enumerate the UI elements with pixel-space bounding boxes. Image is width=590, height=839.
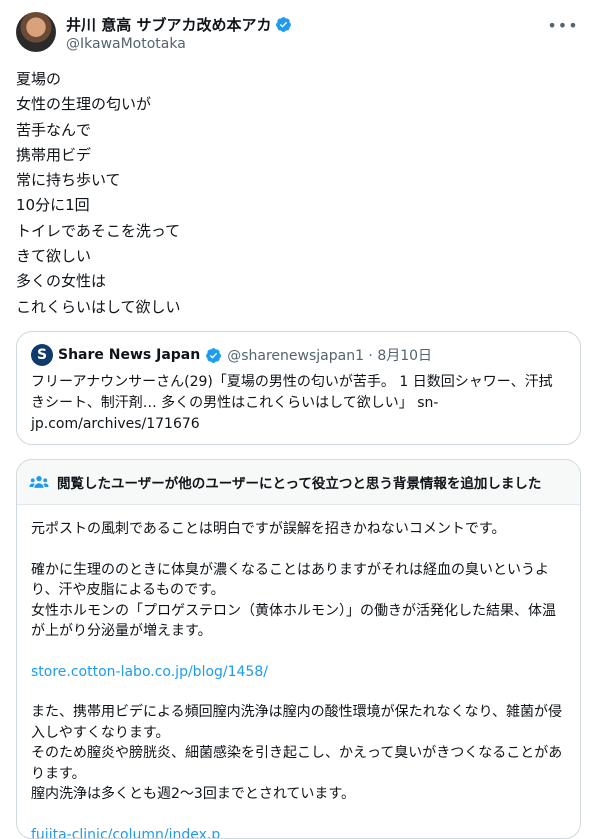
note-paragraph: また、携帯用ビデによる頻回膣内洗浄は膣内の酸性環境が保たれなくなり、雑菌が侵入し…: [31, 702, 566, 805]
tweet-line: 女性の生理の匂いが: [16, 92, 556, 117]
more-dots-icon[interactable]: •••: [552, 14, 574, 36]
avatar[interactable]: [16, 12, 56, 52]
quote-header: S Share News Japan @sharenewsjapan1 · 8月…: [31, 344, 432, 366]
quote-text: フリーアナウンサーさん(29)「夏場の男性の匂いが苦手。 1 日数回シャワー、汗…: [31, 372, 566, 435]
quoted-tweet[interactable]: S Share News Japan @sharenewsjapan1 · 8月…: [16, 331, 581, 445]
note-link[interactable]: store.cotton-labo.co.jp/blog/1458/: [31, 662, 566, 683]
quote-handle-date: @sharenewsjapan1 · 8月10日: [227, 345, 432, 365]
verified-badge-icon: [205, 347, 222, 364]
community-note-title: 閲覧したユーザーが他のユーザーにとって役立つと思う背景情報を追加しました: [57, 472, 541, 492]
community-note-body: 元ポストの風刺であることは明白ですが誤解を招きかねないコメントです。 確かに生理…: [17, 505, 580, 839]
tweet-header: 井川 意高 サブアカ改め本アカ @IkawaMototaka •••: [16, 12, 574, 60]
tweet-line: 夏場の: [16, 67, 556, 92]
tweet-line: 多くの女性は: [16, 269, 556, 294]
author-handle[interactable]: @IkawaMototaka: [66, 36, 186, 52]
tweet-text: 夏場の 女性の生理の匂いが 苦手なんで 携帯用ビデ 常に持ち歩いて 10分に1回…: [16, 67, 556, 320]
community-note: 閲覧したユーザーが他のユーザーにとって役立つと思う背景情報を追加しました 元ポス…: [16, 459, 581, 839]
verified-badge-icon: [275, 16, 292, 33]
note-paragraph: 元ポストの風刺であることは明白ですが誤解を招きかねないコメントです。: [31, 519, 566, 540]
tweet-line: 苦手なんで: [16, 118, 556, 143]
tweet-line: これくらいはして欲しい: [16, 295, 556, 320]
quote-author-name: Share News Japan: [58, 347, 200, 363]
note-paragraph: 確かに生理ののときに体臭が濃くなることはありますがそれは経血の臭いというより、汗…: [31, 560, 566, 642]
tweet-line: 10分に1回: [16, 193, 556, 218]
author-name-row: 井川 意高 サブアカ改め本アカ: [66, 14, 292, 35]
display-name[interactable]: 井川 意高 サブアカ改め本アカ: [66, 14, 271, 35]
note-link[interactable]: fujita-clinic/column/index.p: [31, 825, 566, 839]
tweet-line: トイレであそこを洗って: [16, 219, 556, 244]
tweet-line: きて欲しい: [16, 244, 556, 269]
quote-avatar: S: [31, 344, 53, 366]
tweet-line: 携帯用ビデ: [16, 143, 556, 168]
community-note-header: 閲覧したユーザーが他のユーザーにとって役立つと思う背景情報を追加しました: [17, 460, 580, 505]
tweet-line: 常に持ち歩いて: [16, 168, 556, 193]
people-icon: [29, 474, 49, 490]
